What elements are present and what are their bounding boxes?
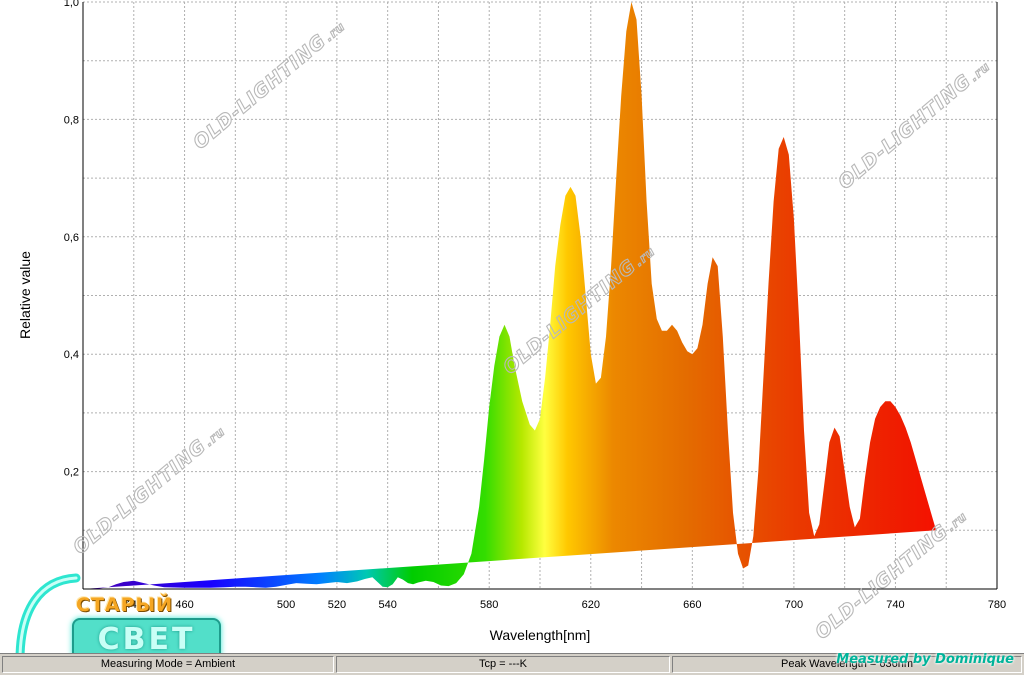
x-tick-label: 500 xyxy=(277,599,295,611)
watermark-text: OLD-LIGHTING.ru xyxy=(189,15,349,154)
y-tick-label: 0,4 xyxy=(64,349,79,361)
x-tick-label: 740 xyxy=(886,599,904,611)
x-tick-label: 620 xyxy=(582,599,600,611)
watermark: OLD-LIGHTING.ru xyxy=(69,419,230,559)
watermark: OLD-LIGHTING.ru xyxy=(834,54,995,194)
spectrum-chart: 440 460 500 520 540 580 620 660 700 740 7800,20,40… xyxy=(17,0,1006,644)
status-tcp: Tcp = ---K xyxy=(336,656,670,673)
x-tick-label: 520 xyxy=(328,599,346,611)
watermark-suffix: .ru xyxy=(967,59,993,84)
logo-top-text: СТАРЫЙ xyxy=(76,594,174,616)
y-tick-label: 1,0 xyxy=(64,0,79,9)
watermark-text: OLD-LIGHTING.ru xyxy=(69,420,229,559)
x-axis-label: Wavelength[nm] xyxy=(490,627,591,643)
x-tick-label: 540 xyxy=(378,599,396,611)
watermark: OLD-LIGHTING.ru xyxy=(189,14,350,154)
x-tick-label: 660 xyxy=(683,599,701,611)
y-axis-label: Relative value xyxy=(17,251,33,339)
watermark-text: OLD-LIGHTING.ru xyxy=(834,55,994,194)
y-tick-label: 0,2 xyxy=(64,467,79,479)
watermark-suffix: .ru xyxy=(322,19,348,44)
watermark-suffix: .ru xyxy=(202,424,228,449)
credit-text: Measured by Dominique xyxy=(836,652,1014,667)
x-tick-label: 780 xyxy=(988,599,1006,611)
x-tick-label: 700 xyxy=(785,599,803,611)
status-measuring-mode: Measuring Mode = Ambient xyxy=(2,656,334,673)
y-tick-label: 0,6 xyxy=(64,232,79,244)
x-tick-label: 580 xyxy=(480,599,498,611)
y-tick-label: 0,8 xyxy=(64,114,79,126)
